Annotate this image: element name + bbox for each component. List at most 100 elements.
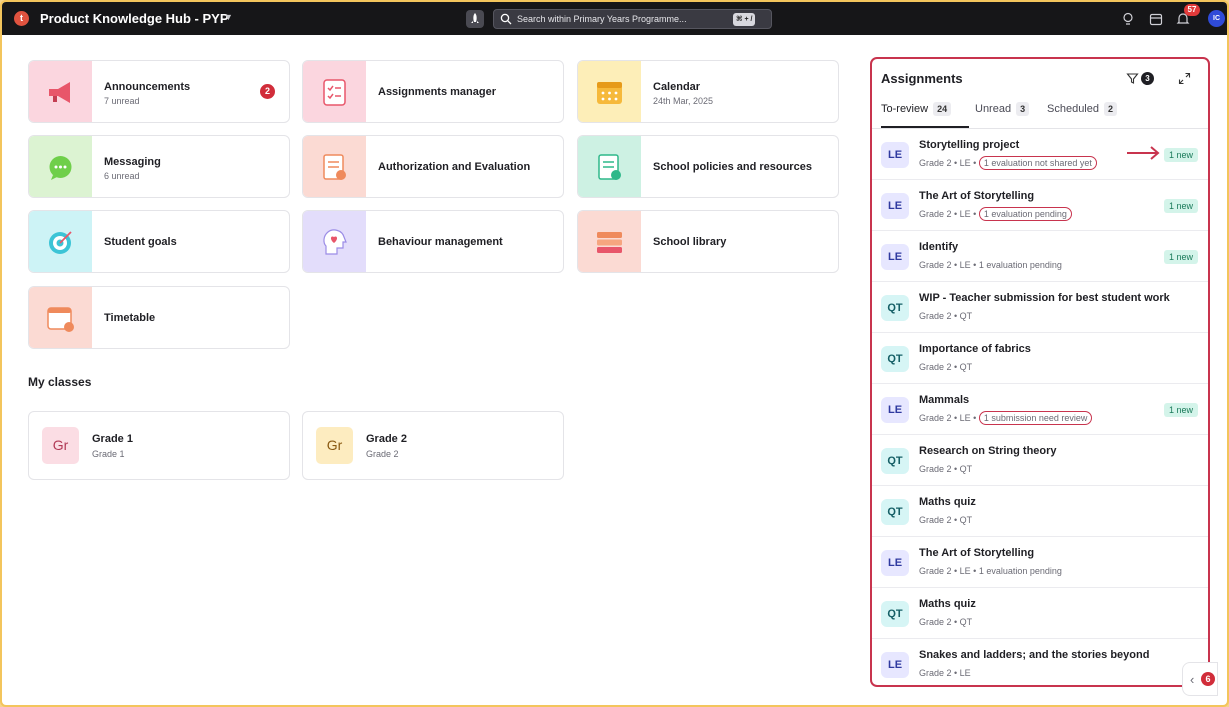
list-item[interactable]: QT Research on String theory Grade 2 • Q… xyxy=(872,435,1208,486)
assignments-list: LE Storytelling project Grade 2 • LE • 1… xyxy=(872,129,1208,685)
app-logo[interactable]: t xyxy=(14,11,29,26)
assignment-type-badge: QT xyxy=(881,601,909,627)
tile-messaging[interactable]: Messaging 6 unread xyxy=(28,135,290,198)
list-item[interactable]: QT Maths quiz Grade 2 • QT xyxy=(872,486,1208,537)
class-card-grade-2[interactable]: Gr Grade 2 Grade 2 xyxy=(302,411,564,480)
lightbulb-icon[interactable] xyxy=(1120,11,1136,27)
tile-timetable[interactable]: Timetable xyxy=(28,286,290,349)
assignment-meta-text: Grade 2 • LE • xyxy=(919,413,979,423)
policy-document-icon xyxy=(598,154,621,180)
tile-school-policies[interactable]: School policies and resources xyxy=(577,135,839,198)
assignment-title: Identify xyxy=(919,241,959,253)
assignment-meta: Grade 2 • LE • 1 evaluation pending xyxy=(919,260,1062,270)
list-item[interactable]: LE Identify Grade 2 • LE • 1 evaluation … xyxy=(872,231,1208,282)
tile-title: Calendar xyxy=(653,81,701,93)
tile-thumb xyxy=(29,211,92,272)
assignment-meta-text: Grade 2 • LE • xyxy=(919,209,979,219)
tile-thumb xyxy=(578,61,641,122)
side-panel-toggle[interactable]: ‹ 6 xyxy=(1182,662,1218,696)
assignment-meta: Grade 2 • QT xyxy=(919,464,973,474)
books-icon xyxy=(597,232,622,253)
assignment-type-badge: QT xyxy=(881,295,909,321)
tab-scheduled[interactable]: Scheduled 2 xyxy=(1047,102,1118,116)
chevron-left-icon: ‹ xyxy=(1190,672,1195,687)
list-item[interactable]: LE The Art of Storytelling Grade 2 • LE … xyxy=(872,180,1208,231)
class-avatar: Gr xyxy=(42,427,79,464)
assignment-meta-text: Grade 2 • LE • xyxy=(919,158,979,168)
assignment-type-badge: LE xyxy=(881,652,909,678)
tab-unread[interactable]: Unread 3 xyxy=(975,102,1030,116)
arrow-right-icon xyxy=(1127,146,1160,160)
tile-assignments-manager[interactable]: Assignments manager xyxy=(302,60,564,123)
filter-icon[interactable] xyxy=(1126,72,1139,85)
assignment-meta: Grade 2 • QT xyxy=(919,311,973,321)
tile-school-library[interactable]: School library xyxy=(577,210,839,273)
assignment-meta-text: Grade 2 • LE • xyxy=(919,566,979,576)
list-item[interactable]: QT Maths quiz Grade 2 • QT xyxy=(872,588,1208,639)
assignment-title: Snakes and ladders; and the stories beyo… xyxy=(919,649,1150,661)
class-avatar: Gr xyxy=(316,427,353,464)
assignment-title: Maths quiz xyxy=(919,598,976,610)
tile-announcements[interactable]: Announcements 7 unread 2 xyxy=(28,60,290,123)
class-name: Grade 1 xyxy=(92,433,133,445)
class-card-grade-1[interactable]: Gr Grade 1 Grade 1 xyxy=(28,411,290,480)
assignment-title: The Art of Storytelling xyxy=(919,190,1035,202)
assignment-status: 1 evaluation pending xyxy=(978,207,1072,221)
class-name: Grade 2 xyxy=(366,433,407,445)
assignment-title: Research on String theory xyxy=(919,445,1057,457)
tab-to-review[interactable]: To-review 24 xyxy=(881,102,952,116)
search-input[interactable]: Search within Primary Years Programme... xyxy=(517,14,687,24)
list-item[interactable]: LE Snakes and ladders; and the stories b… xyxy=(872,639,1208,685)
tab-count: 2 xyxy=(1104,102,1118,116)
list-item[interactable]: LE Storytelling project Grade 2 • LE • 1… xyxy=(872,129,1208,180)
expand-icon[interactable] xyxy=(1178,72,1191,85)
my-classes-heading: My classes xyxy=(28,375,92,389)
chevron-down-icon[interactable]: ▼ xyxy=(224,12,233,22)
rocket-icon[interactable] xyxy=(466,10,484,28)
tile-title: Behaviour management xyxy=(378,236,503,248)
app-title[interactable]: Product Knowledge Hub - PYP xyxy=(40,11,229,26)
calendar-icon xyxy=(597,82,622,104)
list-item[interactable]: LE Mammals Grade 2 • LE • 1 submission n… xyxy=(872,384,1208,435)
user-avatar[interactable]: IC xyxy=(1208,10,1225,27)
tile-thumb xyxy=(29,287,92,348)
new-badge: 1 new xyxy=(1163,148,1198,162)
tile-behaviour-management[interactable]: Behaviour management xyxy=(302,210,564,273)
search-bar[interactable]: Search within Primary Years Programme...… xyxy=(493,9,772,29)
assignment-type-badge: QT xyxy=(881,499,909,525)
assignment-meta: Grade 2 • QT xyxy=(919,515,973,525)
assignment-status: 1 evaluation pending xyxy=(978,260,1062,270)
calendar-icon[interactable] xyxy=(1148,11,1164,27)
assignment-title: Maths quiz xyxy=(919,496,976,508)
list-item[interactable]: QT Importance of fabrics Grade 2 • QT xyxy=(872,333,1208,384)
chat-icon xyxy=(49,156,72,180)
assignment-title: Mammals xyxy=(919,394,970,406)
assignment-type-badge: LE xyxy=(881,550,909,576)
tab-label: Scheduled xyxy=(1047,103,1099,115)
tile-title: School library xyxy=(653,236,727,248)
filter-count-badge: 3 xyxy=(1141,72,1154,85)
list-item[interactable]: QT WIP - Teacher submission for best stu… xyxy=(872,282,1208,333)
tile-calendar[interactable]: Calendar 24th Mar, 2025 xyxy=(577,60,839,123)
assignment-title: WIP - Teacher submission for best studen… xyxy=(919,292,1170,304)
tile-thumb xyxy=(578,211,641,272)
assignment-type-badge: LE xyxy=(881,244,909,270)
search-icon xyxy=(500,13,512,25)
class-subtitle: Grade 2 xyxy=(366,449,399,459)
assignment-meta: Grade 2 • LE xyxy=(919,668,971,678)
assignments-panel: Assignments 3 To-review 24 Unread 3 Schedu… xyxy=(870,57,1210,687)
tile-thumb xyxy=(578,136,641,197)
tile-authorization-evaluation[interactable]: Authorization and Evaluation xyxy=(302,135,564,198)
tile-thumb xyxy=(303,136,366,197)
assignment-title: The Art of Storytelling xyxy=(919,547,1035,559)
assignment-meta: Grade 2 • QT xyxy=(919,362,973,372)
tile-thumb xyxy=(303,211,366,272)
list-item[interactable]: LE The Art of Storytelling Grade 2 • LE … xyxy=(872,537,1208,588)
new-badge: 1 new xyxy=(1163,250,1198,264)
tile-student-goals[interactable]: Student goals xyxy=(28,210,290,273)
tile-title: Authorization and Evaluation xyxy=(378,161,531,173)
checklist-icon xyxy=(323,79,346,106)
assignment-meta: Grade 2 • LE • 1 evaluation pending xyxy=(919,207,1072,221)
tile-thumb xyxy=(29,136,92,197)
assignment-type-badge: LE xyxy=(881,397,909,423)
